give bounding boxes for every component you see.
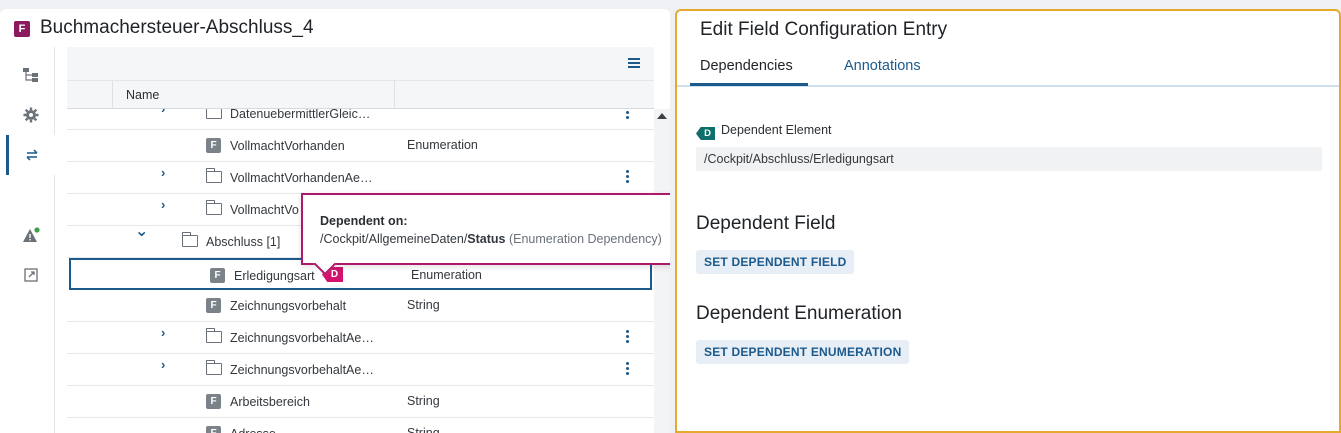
row-name: Erledigungsart [234,269,315,283]
dependent-element-value: /Cockpit/Abschluss/Erledigungsart [696,147,1322,171]
rail-open-external-button[interactable] [6,255,55,295]
dependency-tooltip: Dependent on: /Cockpit/AllgemeineDaten/S… [301,193,670,265]
chevron-right-icon[interactable]: › [161,198,171,211]
field-type-icon: F [206,426,221,433]
row-name: ZeichnungsvorbehaltAe… [230,363,374,377]
row-name: VollmachtVorhandenAe… [230,171,373,185]
tooltip-body: /Cockpit/AllgemeineDaten/Status (Enumera… [320,232,662,246]
external-link-icon [23,268,38,282]
document-type-badge: F [14,21,30,37]
structure-header: F Buchmachersteuer-Abschluss_4 [0,9,670,47]
dependent-element-label: D Dependent Element [696,123,832,140]
dependent-badge-icon: D [696,127,715,140]
rail-validation-button[interactable] [6,215,55,255]
row-type: String [407,298,440,312]
folder-icon [205,168,222,183]
dependent-field-title: Dependent Field [696,213,836,234]
row-more-icon[interactable] [626,109,630,120]
field-type-icon: F [206,298,221,313]
row-name: VollmachtVorhanden [230,139,345,153]
chevron-right-icon[interactable]: › [161,358,171,371]
warning-status-icon [22,227,40,242]
rail-dependencies-button[interactable] [6,135,55,175]
set-dependent-enumeration-button[interactable]: SET DEPENDENT ENUMERATION [696,340,910,364]
folder-icon [205,200,222,215]
table-row[interactable]: F Zeichnungsvorbehalt String [67,290,654,322]
field-type-icon: F [206,394,221,409]
swap-arrows-icon [26,149,38,161]
row-name: DatenuebermittlerGleic… [230,109,371,121]
set-dependent-field-button[interactable]: SET DEPENDENT FIELD [696,250,855,274]
scroll-up-arrow-icon[interactable] [657,113,667,119]
hamburger-menu-icon[interactable] [628,56,642,70]
folder-icon [181,232,198,247]
row-name: ZeichnungsvorbehaltAe… [230,331,374,345]
table-row[interactable]: › ZeichnungsvorbehaltAe… [67,322,654,354]
gear-icon [23,107,38,123]
tab-dependencies[interactable]: Dependencies [700,58,793,74]
chevron-right-icon[interactable]: › [161,326,171,339]
table-row[interactable]: F Adresse… String [67,418,654,433]
hierarchy-icon [22,68,38,82]
row-type: Enumeration [411,268,482,282]
table-row[interactable]: › VollmachtVorhandenAe… [67,162,654,194]
grid-scrollbar[interactable] [654,109,670,433]
config-tabs: Dependencies Annotations [677,51,1339,87]
panel-title: Edit Field Configuration Entry [700,19,948,40]
folder-icon [206,109,222,119]
row-name: Abschluss [1] [206,235,281,249]
table-row[interactable]: F VollmachtVorhanden Enumeration [67,130,654,162]
grid-rows: › DatenuebermittlerGleic… F VollmachtVorhan… [67,109,654,433]
structure-panel: F Buchmachersteuer-Abschluss_4 Name Date… [0,9,670,433]
folder-icon [205,328,222,343]
grid-toolbar [67,47,654,81]
table-row[interactable]: › DatenuebermittlerGleic… [67,109,654,130]
row-more-icon[interactable] [626,170,630,184]
row-type: String [407,394,440,408]
side-rail [0,47,55,433]
table-row[interactable]: F Arbeitsbereich String [67,386,654,418]
edit-config-panel: Edit Field Configuration Entry Dependenc… [675,9,1341,433]
grid-column-header: Name [67,81,654,109]
dependent-enumeration-title: Dependent Enumeration [696,303,902,324]
chevron-right-icon[interactable]: › [161,166,171,179]
row-more-icon[interactable] [626,330,630,344]
field-type-icon: F [206,138,221,153]
row-type: String [407,426,440,433]
dependent-element-caption: Dependent Element [721,123,832,137]
rail-settings-button[interactable] [6,95,55,135]
tab-annotations[interactable]: Annotations [844,58,921,74]
table-row[interactable]: › ZeichnungsvorbehaltAe… [67,354,654,386]
tooltip-path-field: Status [467,232,506,246]
row-name: Adresse… [230,427,288,433]
row-name: Arbeitsbereich [230,395,310,409]
chevron-right-icon[interactable]: › [161,109,171,115]
tooltip-path-prefix: /Cockpit/AllgemeineDaten/ [320,232,468,246]
column-header-name[interactable]: Name [126,88,159,102]
row-type: Enumeration [407,138,478,152]
rail-structure-button[interactable] [6,55,55,95]
document-title: Buchmachersteuer-Abschluss_4 [40,17,314,38]
tooltip-title: Dependent on: [320,214,408,228]
active-tab-indicator [690,83,808,86]
row-name: VollmachtVo [230,203,299,217]
tooltip-note: (Enumeration Dependency) [508,232,662,246]
row-name: Zeichnungsvorbehalt [230,299,347,313]
row-more-icon[interactable] [626,362,630,376]
folder-icon [205,360,222,375]
chevron-down-icon[interactable]: ⌄ [135,224,148,240]
field-type-icon: F [210,268,225,283]
